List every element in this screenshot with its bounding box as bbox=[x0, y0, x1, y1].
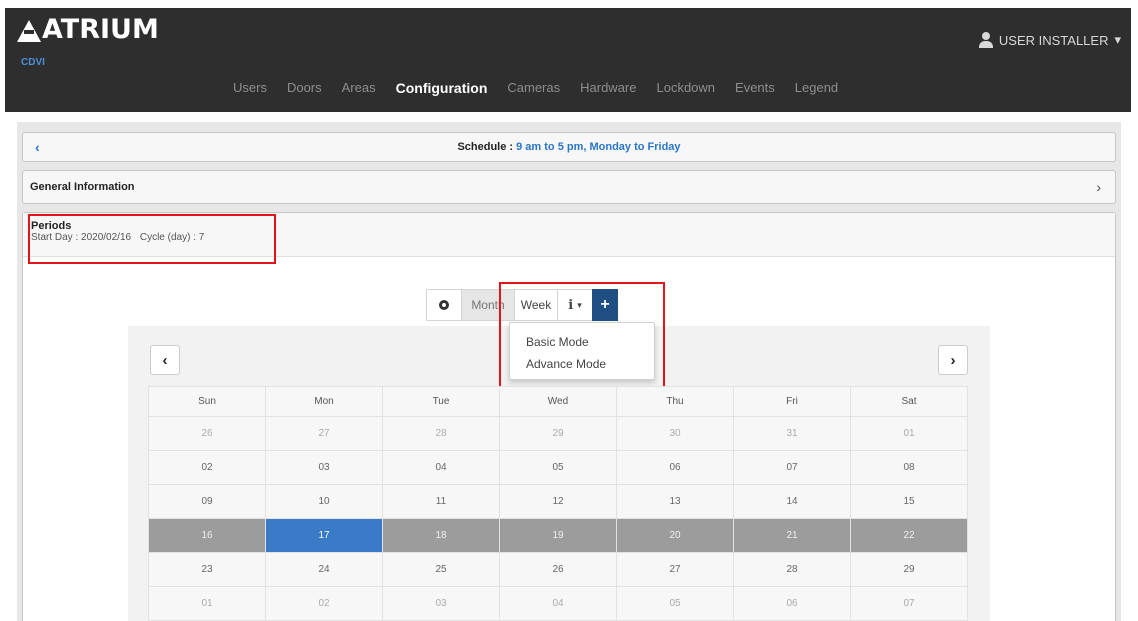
calendar-day-cell[interactable]: 09 bbox=[148, 484, 266, 519]
calendar-week-row: 26 27 28 29 30 31 01 bbox=[148, 416, 968, 451]
calendar-prev-button[interactable]: ‹ bbox=[150, 345, 180, 375]
logo-text: ATRIUM bbox=[42, 14, 159, 45]
calendar-day-cell[interactable]: 29 bbox=[850, 552, 968, 587]
calendar-day-cell[interactable]: 28 bbox=[733, 552, 851, 587]
calendar-next-button[interactable]: › bbox=[938, 345, 968, 375]
calendar-grid: Sun Mon Tue Wed Thu Fri Sat 26 27 28 29 30 31… bbox=[148, 386, 968, 621]
weekday-tue: Tue bbox=[382, 386, 500, 417]
app-header: ATRIUM CDVI USER INSTALLER ▾ Users Doors… bbox=[5, 8, 1131, 112]
nav-areas[interactable]: Areas bbox=[332, 80, 386, 96]
calendar-day-cell[interactable]: 20 bbox=[616, 518, 734, 553]
brand-subtitle: CDVI bbox=[21, 57, 45, 68]
calendar-day-cell[interactable]: 03 bbox=[265, 450, 383, 485]
calendar-day-cell[interactable]: 05 bbox=[499, 450, 617, 485]
calendar-day-cell[interactable]: 08 bbox=[850, 450, 968, 485]
calendar-day-cell[interactable]: 14 bbox=[733, 484, 851, 519]
user-icon bbox=[978, 32, 993, 48]
user-name: USER INSTALLER bbox=[998, 32, 1109, 48]
calendar-day-cell[interactable]: 11 bbox=[382, 484, 500, 519]
calendar-day-cell[interactable]: 06 bbox=[733, 586, 851, 621]
schedule-name: 9 am to 5 pm, Monday to Friday bbox=[516, 141, 681, 153]
gear-icon bbox=[439, 300, 449, 310]
weekday-thu: Thu bbox=[616, 386, 734, 417]
calendar-day-cell[interactable]: 26 bbox=[499, 552, 617, 587]
calendar-day-cell[interactable]: 04 bbox=[499, 586, 617, 621]
calendar-day-cell[interactable]: 13 bbox=[616, 484, 734, 519]
calendar-day-cell[interactable]: 17 bbox=[265, 518, 383, 553]
calendar-day-cell[interactable]: 10 bbox=[265, 484, 383, 519]
chevron-left-icon: ‹ bbox=[162, 351, 168, 369]
nav-events[interactable]: Events bbox=[725, 80, 785, 96]
calendar-day-cell[interactable]: 27 bbox=[265, 416, 383, 451]
calendar-day-cell[interactable]: 21 bbox=[733, 518, 851, 553]
chevron-right-icon[interactable]: › bbox=[1096, 179, 1101, 195]
weekday-sun: Sun bbox=[148, 386, 266, 417]
calendar-day-cell[interactable]: 31 bbox=[733, 416, 851, 451]
weekday-header-row: Sun Mon Tue Wed Thu Fri Sat bbox=[148, 386, 968, 417]
calendar-week-row: 02 03 04 05 06 07 08 bbox=[148, 450, 968, 485]
calendar-week-row: 16 17 18 19 20 21 22 bbox=[148, 518, 968, 553]
calendar-day-cell[interactable]: 04 bbox=[382, 450, 500, 485]
main-nav: Users Doors Areas Configuration Cameras … bbox=[223, 80, 848, 96]
nav-users[interactable]: Users bbox=[223, 80, 277, 96]
atrium-logo[interactable]: ATRIUM bbox=[17, 14, 159, 45]
calendar-day-cell[interactable]: 27 bbox=[616, 552, 734, 587]
schedule-title-prefix: Schedule : bbox=[457, 141, 517, 153]
nav-legend[interactable]: Legend bbox=[785, 80, 848, 96]
nav-hardware[interactable]: Hardware bbox=[570, 80, 646, 96]
weekday-sat: Sat bbox=[850, 386, 968, 417]
calendar-day-cell[interactable]: 03 bbox=[382, 586, 500, 621]
calendar-day-cell[interactable]: 07 bbox=[733, 450, 851, 485]
highlight-box-periods bbox=[28, 214, 276, 264]
schedule-bar: ‹ Schedule : 9 am to 5 pm, Monday to Fri… bbox=[22, 132, 1116, 162]
calendar-day-cell[interactable]: 18 bbox=[382, 518, 500, 553]
calendar-day-cell[interactable]: 28 bbox=[382, 416, 500, 451]
calendar-day-cell[interactable]: 02 bbox=[265, 586, 383, 621]
general-information-section[interactable]: General Information › bbox=[22, 170, 1116, 204]
general-information-label: General Information bbox=[30, 181, 135, 193]
calendar-day-cell[interactable]: 30 bbox=[616, 416, 734, 451]
nav-lockdown[interactable]: Lockdown bbox=[646, 80, 725, 96]
settings-button[interactable] bbox=[426, 289, 462, 321]
chevron-down-icon: ▾ bbox=[1114, 32, 1121, 47]
calendar-day-cell[interactable]: 01 bbox=[850, 416, 968, 451]
logo-triangle-icon bbox=[17, 20, 41, 42]
calendar-day-cell[interactable]: 01 bbox=[148, 586, 266, 621]
nav-configuration[interactable]: Configuration bbox=[386, 80, 498, 96]
calendar-day-cell[interactable]: 15 bbox=[850, 484, 968, 519]
calendar-day-cell[interactable]: 23 bbox=[148, 552, 266, 587]
chevron-right-icon: › bbox=[950, 351, 956, 369]
calendar-day-cell[interactable]: 16 bbox=[148, 518, 266, 553]
nav-doors[interactable]: Doors bbox=[277, 80, 332, 96]
calendar-day-cell[interactable]: 19 bbox=[499, 518, 617, 553]
calendar-week-row: 09 10 11 12 13 14 15 bbox=[148, 484, 968, 519]
calendar-day-cell[interactable]: 25 bbox=[382, 552, 500, 587]
calendar-day-cell[interactable]: 26 bbox=[148, 416, 266, 451]
calendar-week-row: 23 24 25 26 27 28 29 bbox=[148, 552, 968, 587]
weekday-wed: Wed bbox=[499, 386, 617, 417]
weekday-mon: Mon bbox=[265, 386, 383, 417]
weekday-fri: Fri bbox=[733, 386, 851, 417]
calendar-day-cell[interactable]: 02 bbox=[148, 450, 266, 485]
calendar-day-cell[interactable]: 22 bbox=[850, 518, 968, 553]
calendar-week-row: 01 02 03 04 05 06 07 bbox=[148, 586, 968, 621]
user-menu[interactable]: USER INSTALLER ▾ bbox=[978, 32, 1121, 48]
calendar-day-cell[interactable]: 07 bbox=[850, 586, 968, 621]
highlight-box-mode-menu bbox=[499, 282, 665, 396]
schedule-title: Schedule : 9 am to 5 pm, Monday to Frida… bbox=[23, 141, 1115, 153]
calendar-day-cell[interactable]: 29 bbox=[499, 416, 617, 451]
calendar-day-cell[interactable]: 05 bbox=[616, 586, 734, 621]
calendar-day-cell[interactable]: 24 bbox=[265, 552, 383, 587]
calendar-day-cell[interactable]: 12 bbox=[499, 484, 617, 519]
nav-cameras[interactable]: Cameras bbox=[497, 80, 570, 96]
calendar-day-cell[interactable]: 06 bbox=[616, 450, 734, 485]
